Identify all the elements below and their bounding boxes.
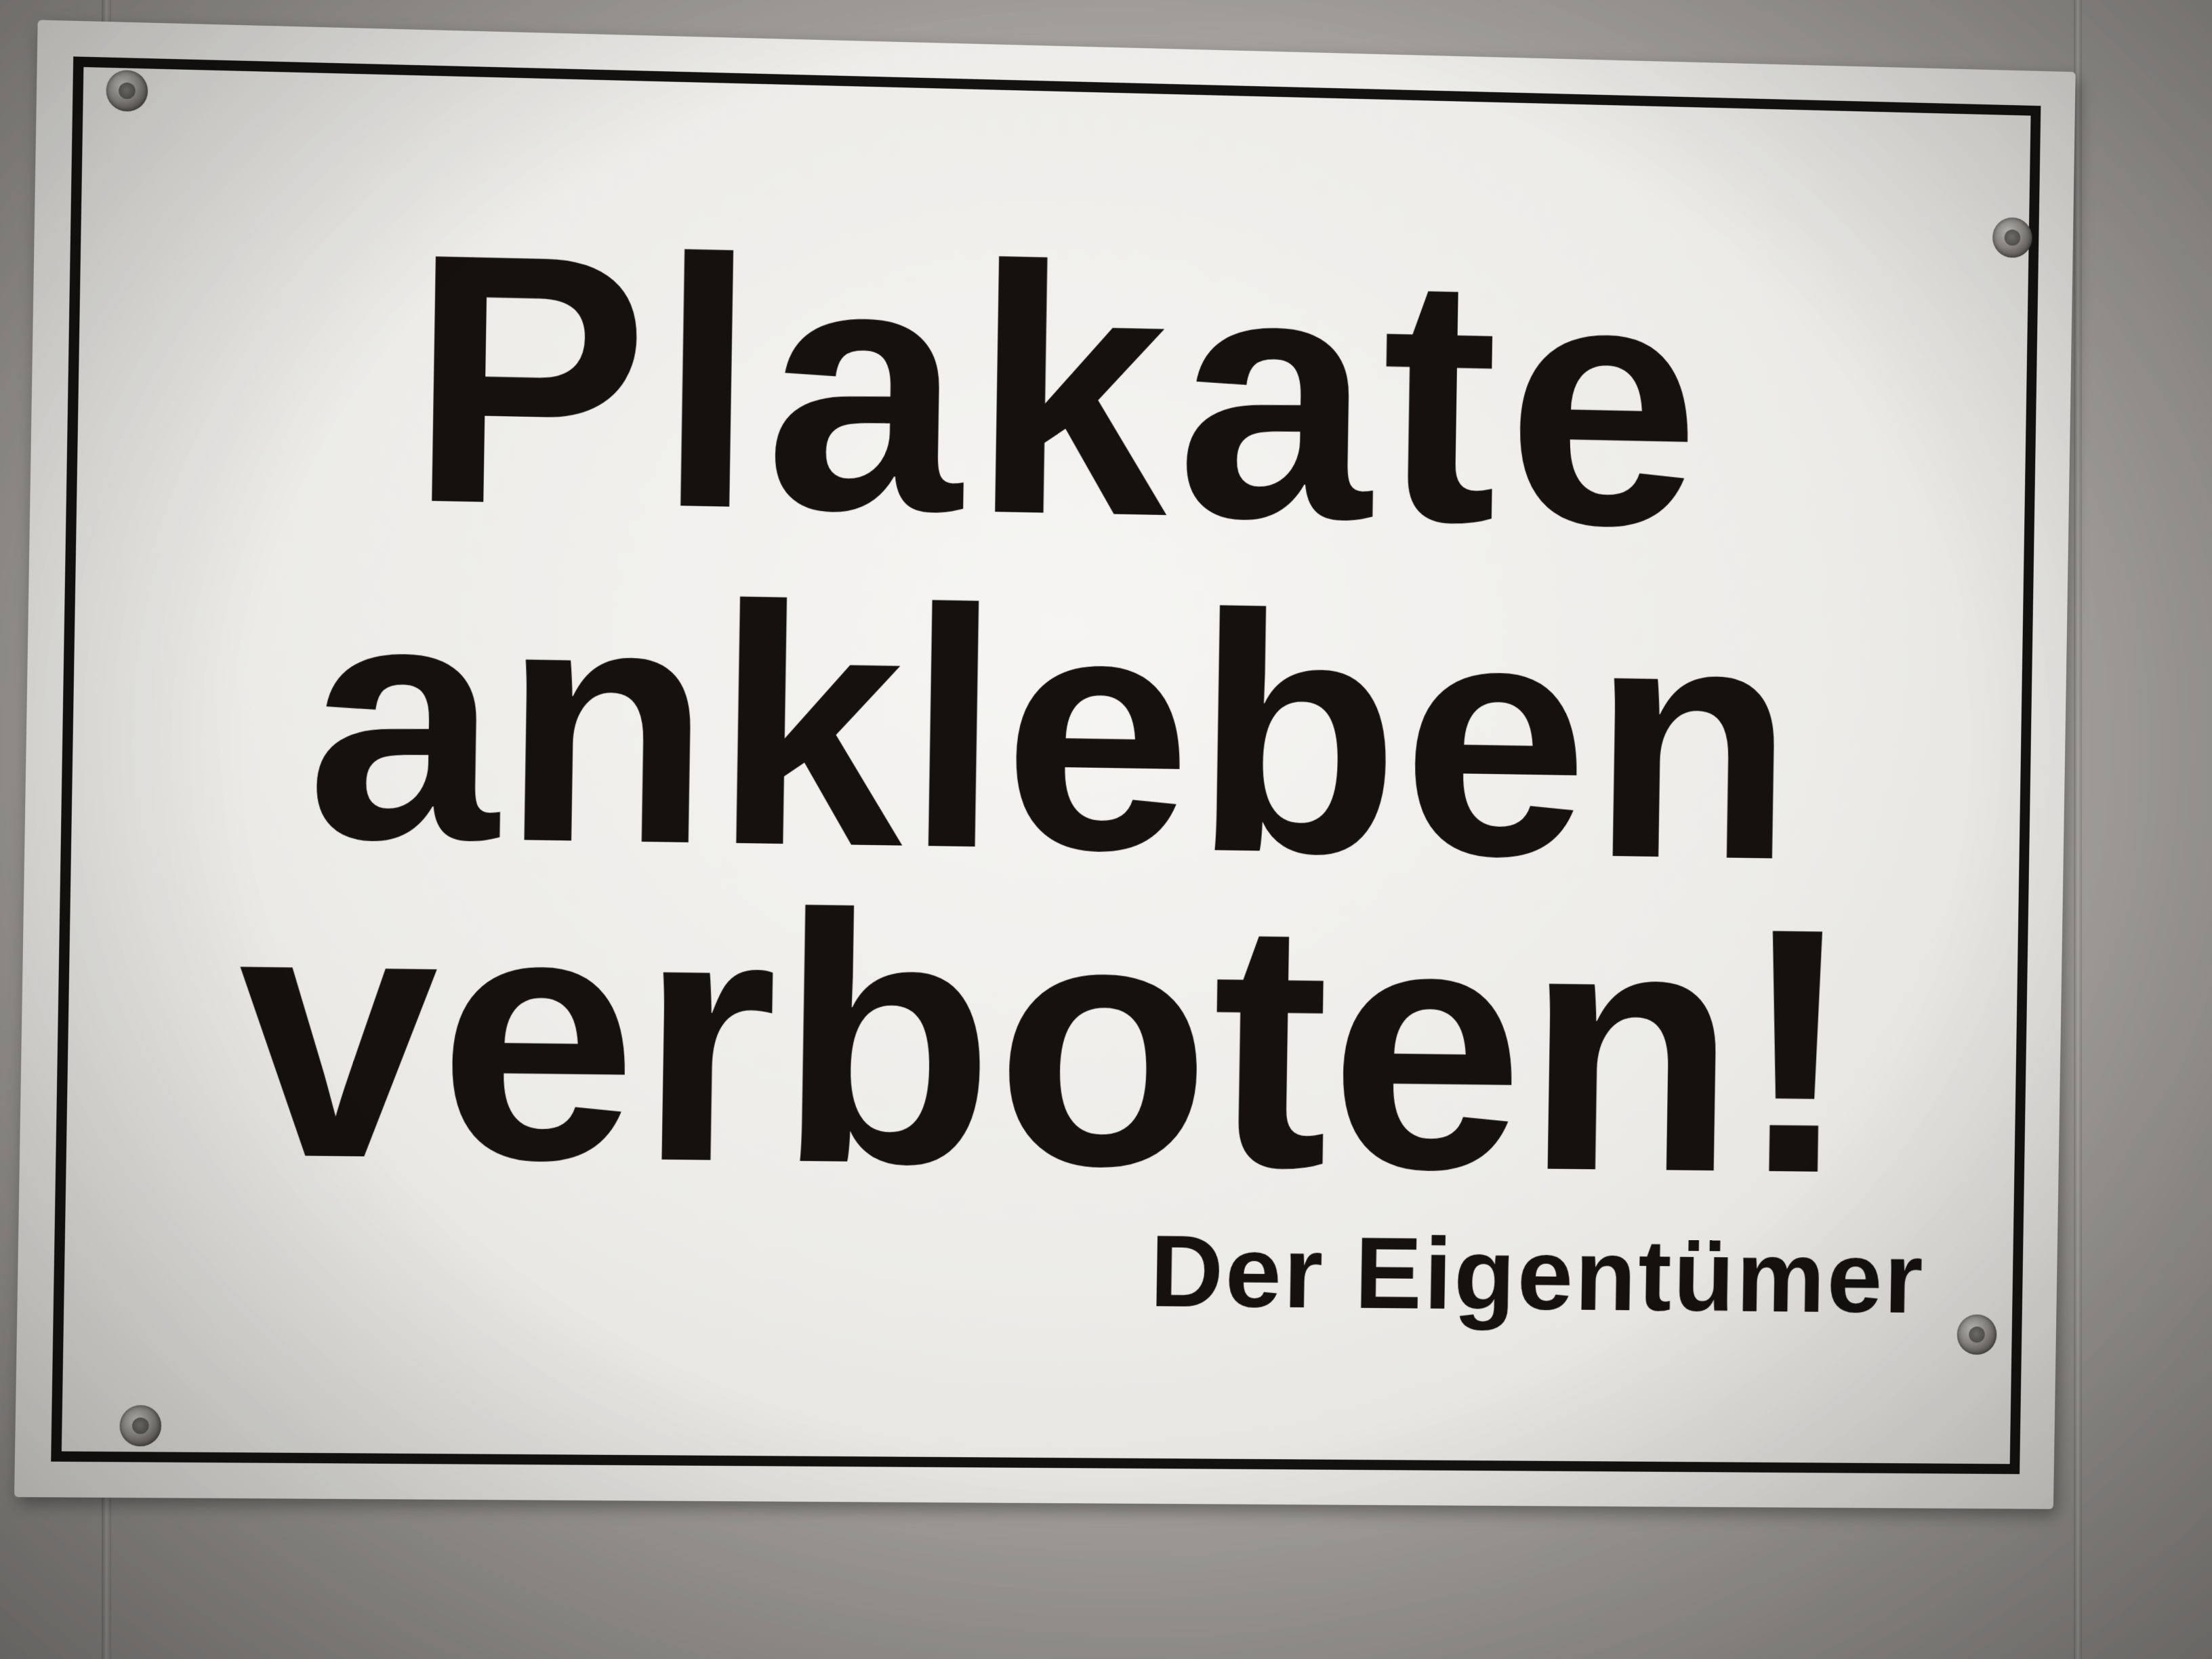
wall-seam [2074,0,2082,1659]
sign-line-3: verboten! [19,851,2063,1229]
photo-scene: Plakate ankleben verboten! Der Eigentüme… [0,0,2212,1659]
sign-signature: Der Eigentümer [1149,1212,1926,1336]
prohibition-sign: Plakate ankleben verboten! Der Eigentüme… [14,20,2076,1509]
